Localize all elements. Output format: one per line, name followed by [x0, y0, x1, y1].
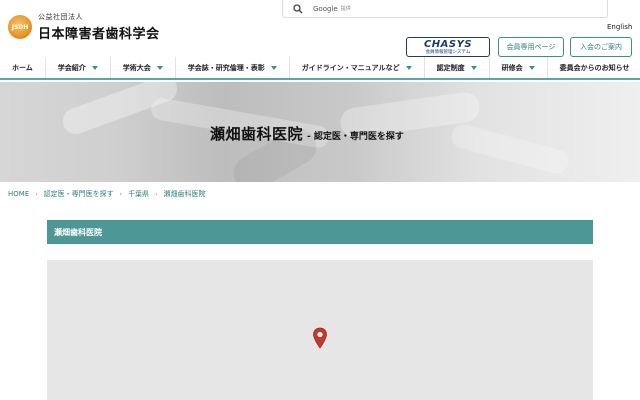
logo-subtitle: 公益社団法人 — [38, 13, 83, 21]
site-header: JSDH 公益社団法人 日本障害者歯科学会 Google 提供 English … — [0, 0, 640, 57]
breadcrumb-current: 瀬畑歯科医院 — [163, 190, 206, 198]
nav-label: 学会誌・研究倫理・表彰 — [187, 63, 265, 72]
page-title: 瀬畑歯科医院 - 認定医・専門医を探す — [210, 123, 404, 144]
nav-item-about[interactable]: 学会紹介 — [46, 57, 111, 78]
chevron-down-icon — [528, 65, 535, 70]
nav-label: 認定制度 — [436, 63, 465, 72]
breadcrumb-prefecture[interactable]: 千葉県 — [128, 189, 149, 199]
search-brand-label: Google — [313, 4, 338, 13]
breadcrumb-find-specialist[interactable]: 認定医・専門医を探す — [44, 189, 114, 199]
nav-item-committee-news[interactable]: 委員会からのお知らせ — [548, 57, 640, 78]
chevron-down-icon — [405, 65, 412, 70]
chevron-down-icon — [156, 65, 163, 70]
chevron-down-icon — [270, 65, 277, 70]
english-link[interactable]: English — [607, 23, 632, 31]
chevron-down-icon — [470, 65, 477, 70]
nav-label: ガイドライン・マニュアルなど — [301, 63, 400, 72]
search-icon — [293, 3, 303, 14]
nav-label: 学術大会 — [122, 63, 151, 72]
map-pin-icon[interactable] — [312, 327, 328, 349]
logo-title: 日本障害者歯科学会 — [38, 27, 160, 42]
nav-item-conference[interactable]: 学術大会 — [111, 57, 176, 78]
chasys-button[interactable]: CHASYS 会員情報管理システム — [406, 37, 490, 57]
logo-text: 公益社団法人 日本障害者歯科学会 — [38, 12, 160, 42]
nav-label: 学会紹介 — [57, 63, 86, 72]
breadcrumb: HOME › 認定医・専門医を探す › 千葉県 › 瀬畑歯科医院 — [8, 189, 205, 199]
nav-label: 委員会からのお知らせ — [559, 63, 630, 72]
breadcrumb-separator-icon: › — [119, 190, 123, 198]
nav-item-journal[interactable]: 学会誌・研究倫理・表彰 — [176, 57, 290, 78]
nav-item-certification[interactable]: 認定制度 — [425, 57, 490, 78]
nav-label: ホーム — [12, 63, 33, 72]
breadcrumb-home[interactable]: HOME — [8, 190, 29, 198]
search-placeholder: 提供 — [340, 6, 351, 12]
chasys-subtitle: 会員情報管理システム — [425, 50, 471, 55]
hero-banner: 瀬畑歯科医院 - 認定医・専門医を探す — [0, 82, 640, 182]
clinic-map[interactable] — [47, 260, 593, 400]
clinic-heading: 瀬畑歯科医院 — [47, 220, 593, 244]
logo-mark-icon: JSDH — [8, 15, 32, 39]
chasys-title: CHASYS — [423, 39, 473, 50]
breadcrumb-separator-icon: › — [35, 190, 38, 198]
nav-item-training[interactable]: 研修会 — [490, 57, 548, 78]
join-button[interactable]: 入会のご案内 — [570, 37, 632, 57]
member-page-button[interactable]: 会員専用ページ — [498, 37, 564, 57]
main-nav: ホーム 学会紹介 学術大会 学会誌・研究倫理・表彰 ガイドライン・マニュアルなど… — [0, 57, 640, 80]
nav-label: 研修会 — [501, 63, 523, 72]
breadcrumb-separator-icon: › — [155, 190, 158, 198]
search-input[interactable]: Google 提供 — [282, 0, 608, 18]
chevron-down-icon — [91, 65, 98, 70]
hero-background-shape — [448, 121, 572, 177]
site-logo[interactable]: JSDH 公益社団法人 日本障害者歯科学会 — [8, 12, 160, 42]
nav-item-guidelines[interactable]: ガイドライン・マニュアルなど — [290, 57, 425, 78]
nav-item-home[interactable]: ホーム — [0, 57, 46, 78]
page-title-main: 瀬畑歯科医院 — [210, 125, 304, 143]
page-title-sub: - 認定医・専門医を探す — [307, 132, 404, 142]
